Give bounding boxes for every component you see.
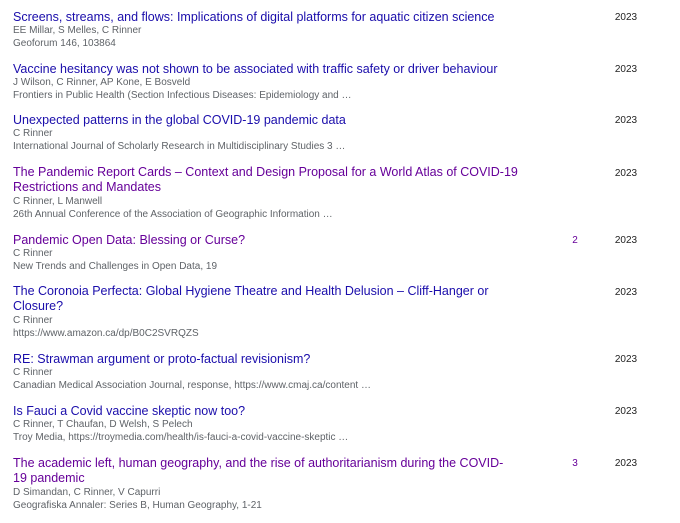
article-title-link[interactable]: Vaccine hesitancy was not shown to be as… bbox=[13, 62, 523, 77]
article-authors: C Rinner bbox=[13, 248, 53, 259]
article-venue: Geoforum 146, 103864 bbox=[13, 38, 116, 49]
article-year: 2023 bbox=[614, 115, 638, 126]
article-authors: C Rinner bbox=[13, 367, 53, 378]
article-title-link[interactable]: Is Fauci a Covid vaccine skeptic now too… bbox=[13, 404, 523, 419]
article-venue: Frontiers in Public Health (Section Infe… bbox=[13, 90, 352, 101]
article-venue: Geografiska Annaler: Series B, Human Geo… bbox=[13, 500, 262, 511]
article-authors: D Simandan, C Rinner, V Capurri bbox=[13, 487, 161, 498]
article-authors: C Rinner bbox=[13, 315, 53, 326]
article-venue: Troy Media, https://troymedia.com/health… bbox=[13, 432, 349, 443]
article-year: 2023 bbox=[614, 354, 638, 365]
article-authors: C Rinner bbox=[13, 128, 53, 139]
publication-list: Screens, streams, and flows: Implication… bbox=[0, 0, 680, 523]
article-venue: https://www.amazon.ca/dp/B0C2SVRQZS bbox=[13, 328, 199, 339]
article-venue: 26th Annual Conference of the Associatio… bbox=[13, 209, 333, 220]
cited-by-link[interactable]: 2 bbox=[565, 234, 585, 247]
article-authors: EE Millar, S Melles, C Rinner bbox=[13, 25, 142, 36]
article-authors: C Rinner, L Manwell bbox=[13, 196, 103, 207]
table-row: Unexpected patterns in the global COVID-… bbox=[0, 104, 680, 156]
article-venue: Canadian Medical Association Journal, re… bbox=[13, 380, 371, 391]
table-row: Vaccine hesitancy was not shown to be as… bbox=[0, 52, 680, 104]
article-year: 2023 bbox=[614, 235, 638, 246]
table-row: Pandemic Open Data: Blessing or Curse? C… bbox=[0, 223, 680, 275]
article-title-link[interactable]: RE: Strawman argument or proto-factual r… bbox=[13, 352, 523, 367]
article-title-link[interactable]: Screens, streams, and flows: Implication… bbox=[13, 10, 523, 25]
cited-by-link[interactable]: 3 bbox=[565, 457, 585, 470]
article-authors: C Rinner, T Chaufan, D Welsh, S Pelech bbox=[13, 419, 193, 430]
article-title-link[interactable]: Pandemic Open Data: Blessing or Curse? bbox=[13, 233, 523, 248]
article-title-link[interactable]: The Pandemic Report Cards – Context and … bbox=[13, 165, 523, 195]
article-authors: J Wilson, C Rinner, AP Kone, E Bosveld bbox=[13, 77, 191, 88]
table-row: Is Fauci a Covid vaccine skeptic now too… bbox=[0, 394, 680, 446]
table-row: Screens, streams, and flows: Implication… bbox=[0, 0, 680, 52]
article-title-link[interactable]: The Coronoia Perfecta: Global Hygiene Th… bbox=[13, 284, 493, 314]
article-year: 2023 bbox=[614, 287, 638, 298]
article-title-link[interactable]: Unexpected patterns in the global COVID-… bbox=[13, 113, 523, 128]
article-year: 2023 bbox=[614, 168, 638, 179]
table-row: The Coronoia Perfecta: Global Hygiene Th… bbox=[0, 275, 680, 342]
table-row: The academic left, human geography, and … bbox=[0, 446, 680, 523]
article-venue: New Trends and Challenges in Open Data, … bbox=[13, 261, 218, 272]
article-title-link[interactable]: The academic left, human geography, and … bbox=[13, 456, 513, 486]
article-year: 2023 bbox=[614, 64, 638, 75]
article-venue: International Journal of Scholarly Resea… bbox=[13, 141, 346, 152]
table-row: RE: Strawman argument or proto-factual r… bbox=[0, 342, 680, 394]
article-year: 2023 bbox=[614, 406, 638, 417]
table-row: The Pandemic Report Cards – Context and … bbox=[0, 156, 680, 223]
article-year: 2023 bbox=[614, 12, 638, 23]
article-year: 2023 bbox=[614, 458, 638, 469]
